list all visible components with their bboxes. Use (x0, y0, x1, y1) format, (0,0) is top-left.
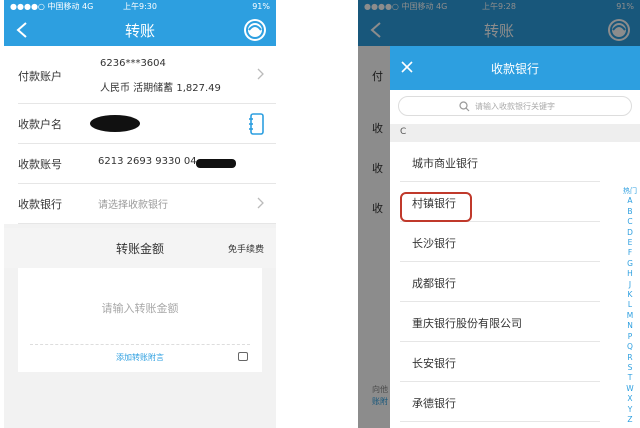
index-letter[interactable]: N (622, 321, 638, 331)
redacted-payee-name (90, 115, 140, 132)
picker-title: 收款银行 (490, 62, 539, 76)
bank-name: 重庆银行股份有限公司 (412, 317, 522, 330)
add-note-link[interactable]: 添加转账附言 (18, 352, 262, 363)
keyboard-icon[interactable] (238, 352, 248, 361)
bank-name: 长沙银行 (412, 237, 456, 250)
bank-picker-screen: 付 收 收 收 向他 账附 ●●●●○ 中国移动 4G 上午9:28 91% 转… (358, 0, 640, 428)
status-bar: ●●●●○ 中国移动 4G 上午9:30 91% (4, 0, 276, 14)
index-letter[interactable]: W (622, 384, 638, 394)
chevron-right-icon (257, 68, 264, 80)
list-item[interactable]: 重庆银行股份有限公司 (400, 302, 600, 342)
search-placeholder: 请输入收款银行关键字 (475, 102, 555, 111)
transfer-form: 付款账户 6236***3604 人民币 活期储蓄 1,827.49 收款户名 … (4, 46, 276, 224)
section-header: C (390, 124, 640, 142)
amount-input-box[interactable]: 请输入转账金额 添加转账附言 (18, 268, 262, 372)
contacts-book-icon[interactable] (248, 112, 266, 136)
payee-name-label: 收款户名 (18, 118, 62, 131)
bank-name: 长安银行 (412, 357, 456, 370)
index-letter[interactable]: B (622, 207, 638, 217)
status-time: 上午9:30 (123, 2, 157, 11)
bank-picker-panel: 收款银行 请输入收款银行关键字 C 城市商业银行 村镇银行 长沙银行 成都银行 … (390, 46, 640, 428)
index-letter[interactable]: J (622, 280, 638, 290)
index-letter[interactable]: Y (622, 405, 638, 415)
payee-bank-label: 收款银行 (18, 198, 62, 211)
redacted-payee-account (196, 159, 236, 168)
search-bar: 请输入收款银行关键字 (390, 90, 640, 124)
fee-note: 免手续费 (227, 245, 264, 255)
picker-header: 收款银行 (390, 46, 640, 90)
index-letter[interactable]: Z (622, 415, 638, 425)
payer-account-number: 6236***3604 (100, 58, 166, 69)
index-letter[interactable]: C (622, 217, 638, 227)
amount-input[interactable]: 请输入转账金额 (18, 300, 262, 316)
index-letter[interactable]: 热门 (622, 186, 638, 196)
chevron-right-icon (257, 197, 264, 209)
list-item[interactable]: 城市商业银行 (400, 142, 600, 182)
bank-search-input[interactable]: 请输入收款银行关键字 (398, 96, 632, 116)
index-letter[interactable]: E (622, 238, 638, 248)
index-letter[interactable]: F (622, 248, 638, 258)
bank-name: 城市商业银行 (412, 157, 478, 170)
index-letter[interactable]: A (622, 196, 638, 206)
index-letter[interactable]: X (622, 394, 638, 404)
search-icon (459, 101, 470, 112)
payee-name-row[interactable]: 收款户名 (18, 104, 276, 144)
highlight-annotation (400, 192, 472, 222)
index-letter[interactable]: R (622, 353, 638, 363)
alphabet-index[interactable]: 热门 A B C D E F G H J K L M N P Q R S T W X Y Z (622, 186, 638, 425)
index-letter[interactable]: T (622, 373, 638, 383)
payee-account-label: 收款账号 (18, 158, 62, 171)
payer-account-row[interactable]: 付款账户 6236***3604 人民币 活期储蓄 1,827.49 (18, 46, 276, 104)
index-letter[interactable]: H (622, 269, 638, 279)
customer-service-icon[interactable] (244, 19, 266, 41)
payee-account-input[interactable]: 6213 2693 9330 04 (98, 156, 197, 167)
bank-name: 成都银行 (412, 277, 456, 290)
list-item[interactable]: 长安银行 (400, 342, 600, 382)
section-letter: C (400, 127, 407, 137)
list-item[interactable]: 承德银行 (400, 382, 600, 422)
amount-header: 转账金额 免手续费 (4, 228, 276, 268)
nav-bar: 转账 (4, 14, 276, 46)
page-title: 转账 (124, 22, 155, 40)
payee-account-row[interactable]: 收款账号 6213 2693 9330 04 (18, 144, 276, 184)
payer-account-balance: 人民币 活期储蓄 1,827.49 (100, 83, 221, 94)
index-letter[interactable]: D (622, 228, 638, 238)
index-letter[interactable]: Q (622, 342, 638, 352)
bank-name: 承德银行 (412, 397, 456, 410)
transfer-screen: ●●●●○ 中国移动 4G 上午9:30 91% 转账 付款账户 6236***… (4, 0, 276, 428)
list-item[interactable]: 长沙银行 (400, 222, 600, 262)
index-letter[interactable]: G (622, 259, 638, 269)
list-item[interactable]: 成都银行 (400, 262, 600, 302)
index-letter[interactable]: P (622, 332, 638, 342)
payee-bank-row[interactable]: 收款银行 请选择收款银行 (18, 184, 276, 224)
index-letter[interactable]: L (622, 300, 638, 310)
index-letter[interactable]: S (622, 363, 638, 373)
index-letter[interactable]: K (622, 290, 638, 300)
payer-account-label: 付款账户 (18, 70, 62, 83)
divider (30, 344, 250, 345)
payee-bank-select[interactable]: 请选择收款银行 (98, 196, 168, 211)
battery-level: 91% (252, 2, 270, 11)
index-letter[interactable]: M (622, 311, 638, 321)
